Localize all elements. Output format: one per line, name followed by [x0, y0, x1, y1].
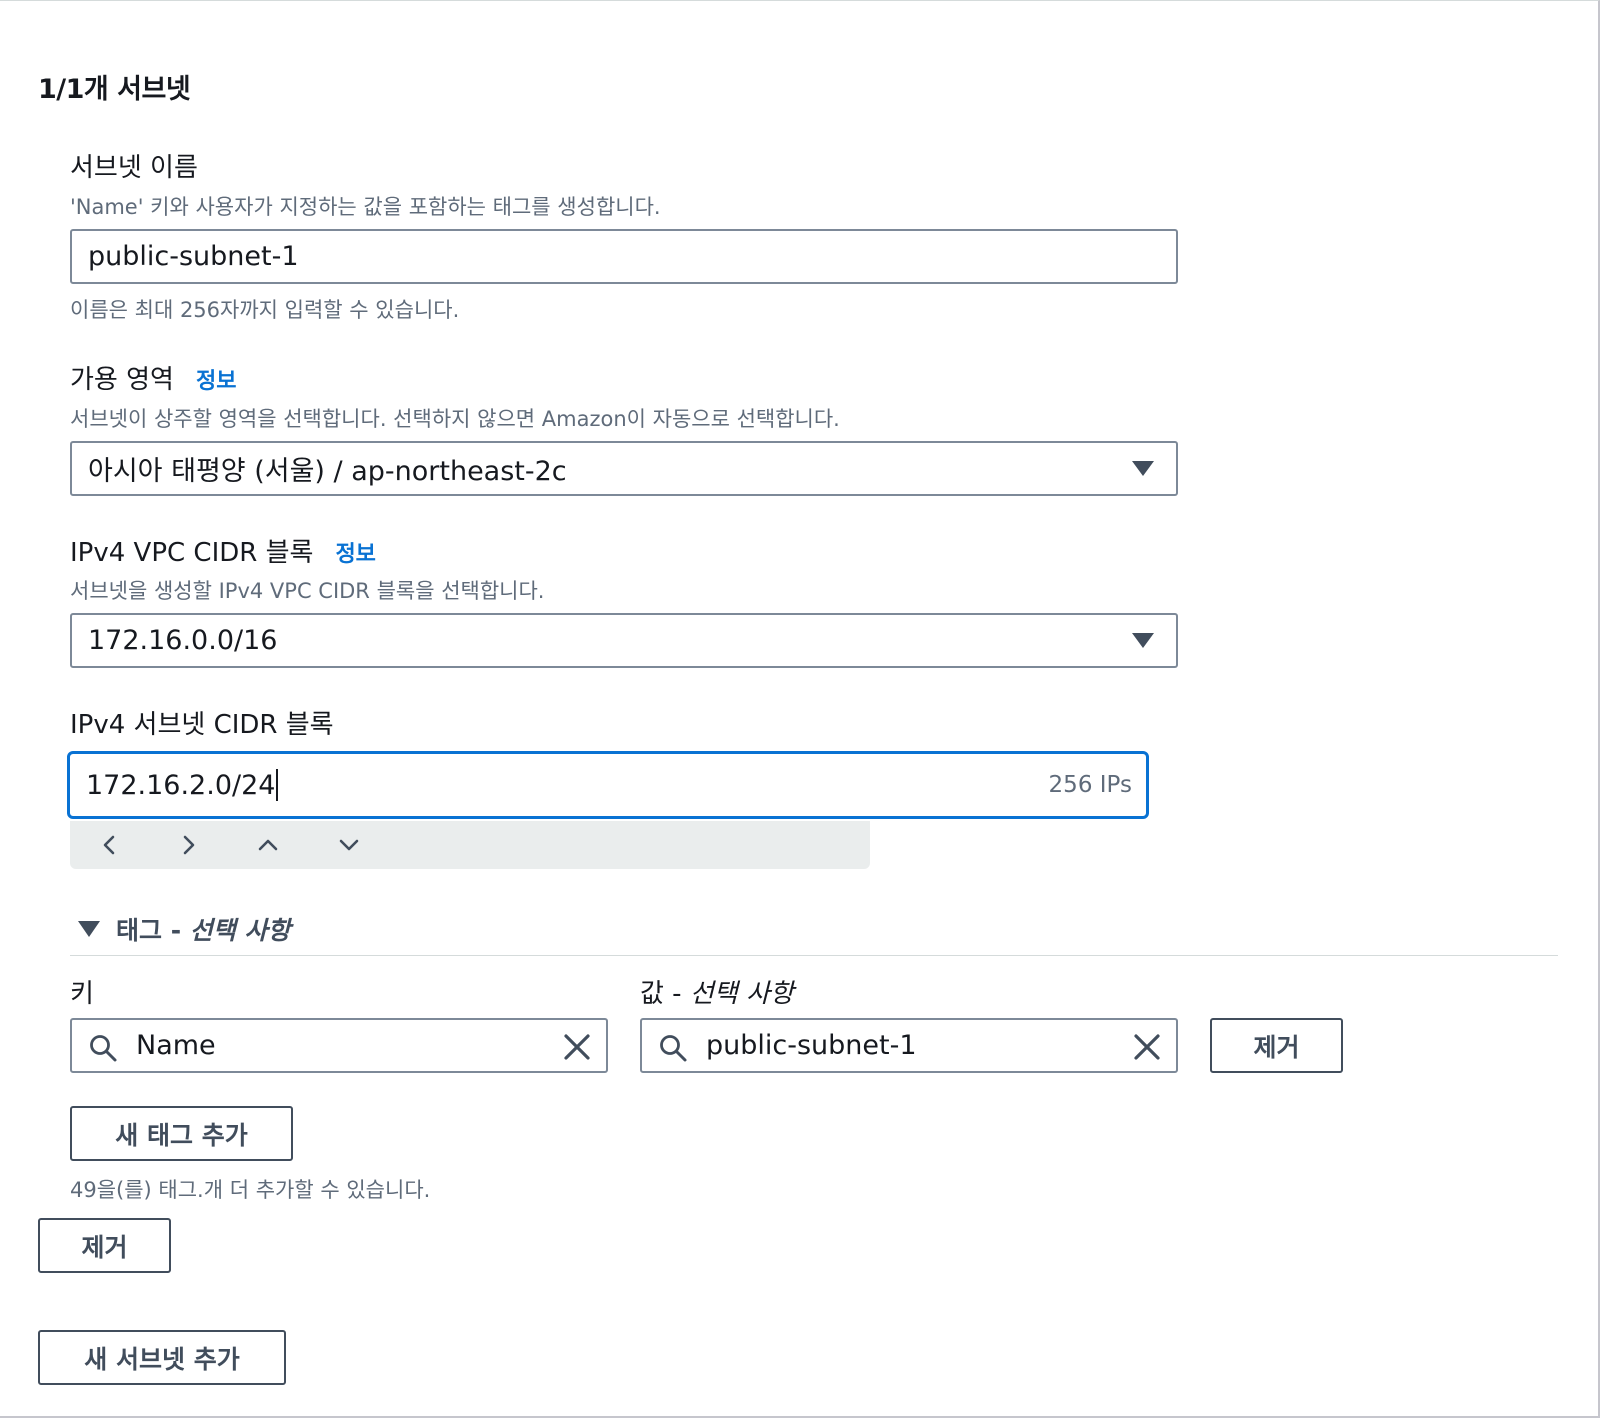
vpc-cidr-select[interactable]: 172.16.0.0/16 [70, 613, 1178, 668]
cidr-stepper [70, 821, 870, 869]
close-icon[interactable] [562, 1032, 592, 1062]
subnet-name-input[interactable]: public-subnet-1 [70, 229, 1178, 284]
tag-value-value: public-subnet-1 [706, 1030, 917, 1061]
cidr-increment-right-button[interactable] [168, 825, 208, 865]
tag-value-input[interactable]: public-subnet-1 [640, 1018, 1178, 1073]
vpc-cidr-label: IPv4 VPC CIDR 블록 정보 [70, 532, 376, 569]
tag-value-label-text: 값 - [640, 979, 690, 1009]
availability-zone-label-text: 가용 영역 [70, 365, 174, 395]
cidr-down-button[interactable] [329, 825, 369, 865]
tags-expander-optional: 선택 사항 [189, 916, 291, 945]
cidr-up-button[interactable] [248, 825, 288, 865]
ip-count-suffix: 256 IPs [1048, 772, 1132, 798]
subnet-settings-panel: 1/1개 서브넷 서브넷 이름 'Name' 키와 사용자가 지정하는 값을 포… [0, 0, 1600, 1418]
subnet-name-label: 서브넷 이름 [70, 153, 198, 183]
vpc-cidr-value: 172.16.0.0/16 [88, 625, 278, 656]
availability-zone-info-link[interactable]: 정보 [196, 369, 236, 394]
availability-zone-label: 가용 영역 정보 [70, 359, 236, 396]
tag-key-value: Name [136, 1030, 216, 1061]
caret-down-icon [1132, 460, 1154, 476]
remove-subnet-button[interactable]: 제거 [38, 1218, 171, 1273]
availability-zone-description: 서브넷이 상주할 영역을 선택합니다. 선택하지 않으면 Amazon이 자동으… [70, 407, 840, 431]
caret-down-icon [78, 921, 100, 937]
chevron-down-icon [339, 839, 359, 851]
tag-value-label: 값 - 선택 사항 [640, 973, 794, 1010]
search-icon [90, 1035, 117, 1062]
divider [70, 955, 1558, 956]
vpc-cidr-info-link[interactable]: 정보 [335, 542, 375, 567]
subnet-cidr-label: IPv4 서브넷 CIDR 블록 [70, 710, 334, 740]
subnet-name-value: public-subnet-1 [88, 241, 299, 272]
chevron-right-icon [183, 835, 195, 855]
subnet-name-description: 'Name' 키와 사용자가 지정하는 값을 포함하는 태그를 생성합니다. [70, 195, 661, 219]
tags-expander-label-text: 태그 - [116, 916, 190, 945]
chevron-up-icon [258, 839, 278, 851]
vpc-cidr-description: 서브넷을 생성할 IPv4 VPC CIDR 블록을 선택합니다. [70, 579, 545, 603]
add-subnet-button[interactable]: 새 서브넷 추가 [38, 1330, 286, 1385]
cidr-decrement-left-button[interactable] [90, 825, 130, 865]
section-title: 1/1개 서브넷 [38, 74, 191, 105]
subnet-name-hint: 이름은 최대 256자까지 입력할 수 있습니다. [70, 298, 460, 322]
search-icon [660, 1035, 687, 1062]
tags-expander[interactable]: 태그 - 선택 사항 [78, 911, 291, 947]
availability-zone-value: 아시아 태평양 (서울) / ap-northeast-2c [88, 456, 567, 487]
caret-down-icon [1132, 632, 1154, 648]
tag-key-label: 키 [70, 979, 94, 1009]
subnet-cidr-value: 172.16.2.0/24 [86, 769, 276, 801]
availability-zone-select[interactable]: 아시아 태평양 (서울) / ap-northeast-2c [70, 441, 1178, 496]
chevron-left-icon [103, 835, 115, 855]
subnet-cidr-input[interactable]: 172.16.2.0/24 256 IPs [67, 751, 1149, 819]
vpc-cidr-label-text: IPv4 VPC CIDR 블록 [70, 538, 314, 568]
add-tag-button[interactable]: 새 태그 추가 [70, 1106, 293, 1161]
tags-remaining-text: 49을(를) 태그.개 더 추가할 수 있습니다. [70, 1178, 431, 1202]
tags-expander-label: 태그 - 선택 사항 [116, 911, 291, 947]
close-icon[interactable] [1132, 1032, 1162, 1062]
text-cursor [276, 769, 279, 801]
tag-value-optional: 선택 사항 [689, 979, 794, 1009]
tag-key-input[interactable]: Name [70, 1018, 608, 1073]
remove-tag-button[interactable]: 제거 [1210, 1018, 1343, 1073]
